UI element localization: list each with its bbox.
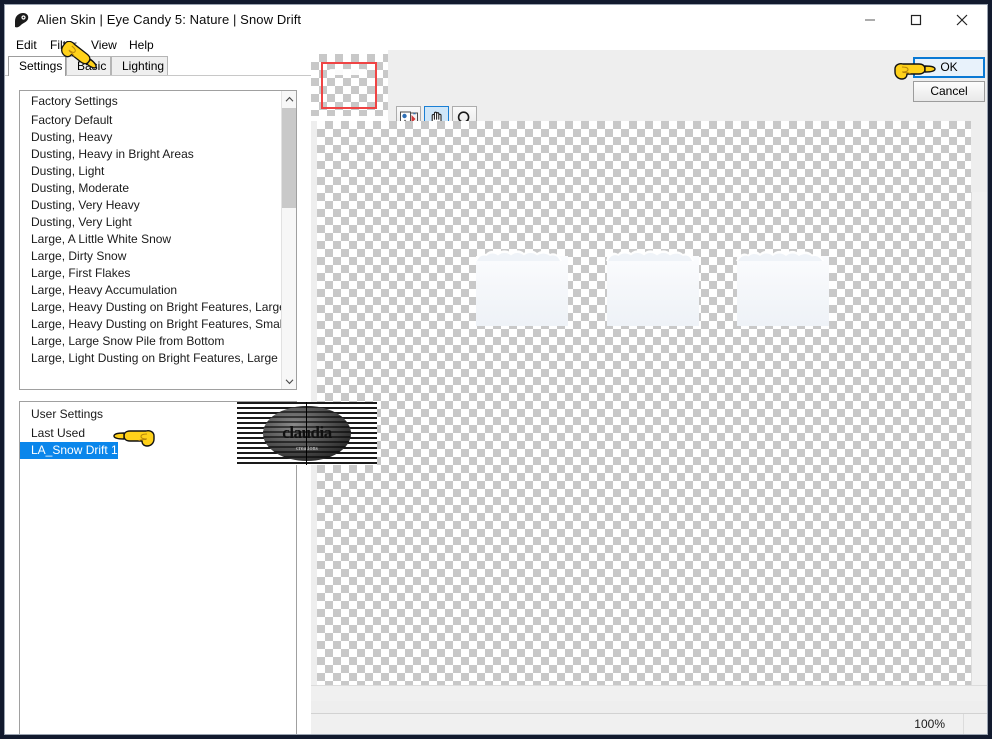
list-item[interactable]: Large, Light Dusting on Bright Features,… bbox=[20, 350, 282, 367]
object-body bbox=[737, 256, 829, 326]
list-item[interactable]: Large, First Flakes bbox=[20, 265, 282, 282]
settings-panel: Factory Settings Factory Default Dusting… bbox=[5, 75, 311, 734]
list-item[interactable]: Large, A Little White Snow bbox=[20, 231, 282, 248]
canvas-vertical-scrollbar[interactable] bbox=[971, 192, 987, 700]
list-item[interactable]: Large, Dirty Snow bbox=[20, 248, 282, 265]
watermark-text: claudia bbox=[282, 423, 332, 442]
list-item[interactable]: Large, Heavy Accumulation bbox=[20, 282, 282, 299]
snow-drift-cap bbox=[604, 246, 702, 262]
factory-settings-list: Factory Settings Factory Default Dusting… bbox=[20, 91, 282, 389]
zoom-level-label: 100% bbox=[914, 717, 945, 731]
application-window: Alien Skin | Eye Candy 5: Nature | Snow … bbox=[4, 4, 988, 735]
list-item[interactable]: Large, Heavy Dusting on Bright Features,… bbox=[20, 316, 282, 333]
list-item-selected[interactable]: LA_Snow Drift 1 bbox=[20, 442, 118, 459]
window-title: Alien Skin | Eye Candy 5: Nature | Snow … bbox=[37, 12, 302, 27]
snow-drift-object bbox=[473, 246, 571, 326]
minimize-button[interactable] bbox=[847, 5, 893, 35]
menu-item-edit[interactable]: Edit bbox=[14, 36, 39, 54]
resize-grip[interactable] bbox=[963, 714, 985, 734]
navigator-viewport-rect[interactable] bbox=[321, 62, 377, 109]
close-button[interactable] bbox=[939, 5, 985, 35]
snow-drift-object bbox=[734, 246, 832, 326]
chevron-up-icon[interactable] bbox=[282, 91, 296, 107]
list-item[interactable]: Large, Heavy Dusting on Bright Features,… bbox=[20, 299, 282, 316]
pointer-ok-button-icon bbox=[891, 57, 937, 88]
canvas-horizontal-scrollbar[interactable] bbox=[311, 685, 987, 701]
preview-panel bbox=[311, 50, 987, 716]
factory-list-scrollbar[interactable] bbox=[281, 91, 296, 389]
watermark-divider bbox=[306, 402, 307, 465]
navigator-thumbnail[interactable] bbox=[311, 50, 388, 121]
menu-item-help[interactable]: Help bbox=[127, 36, 156, 54]
pointer-basic-tab-icon bbox=[53, 40, 105, 78]
tab-lighting[interactable]: Lighting bbox=[111, 56, 168, 75]
pointer-user-setting-icon bbox=[112, 424, 158, 455]
object-body bbox=[607, 256, 699, 326]
list-item[interactable]: Dusting, Moderate bbox=[20, 180, 282, 197]
snow-drift-cap bbox=[473, 246, 571, 262]
list-item[interactable]: Dusting, Light bbox=[20, 163, 282, 180]
list-item[interactable]: Dusting, Very Heavy bbox=[20, 197, 282, 214]
factory-settings-heading: Factory Settings bbox=[31, 94, 118, 108]
snow-drift-object bbox=[604, 246, 702, 326]
list-item[interactable]: Dusting, Heavy bbox=[20, 129, 282, 146]
snow-drift-cap bbox=[734, 246, 832, 262]
preview-canvas-area[interactable] bbox=[311, 121, 987, 700]
scrollbar-thumb[interactable] bbox=[282, 108, 296, 208]
list-item[interactable]: Last Used bbox=[20, 425, 85, 442]
app-logo-icon bbox=[13, 12, 30, 29]
object-body bbox=[476, 256, 568, 326]
watermark-subtext: creations bbox=[296, 446, 318, 452]
list-item[interactable]: Large, Large Snow Pile from Bottom bbox=[20, 333, 282, 350]
tab-strip: Settings Basic Lighting bbox=[5, 56, 305, 76]
list-item[interactable]: Dusting, Heavy in Bright Areas bbox=[20, 146, 282, 163]
transparency-checkerboard bbox=[317, 121, 971, 700]
maximize-button[interactable] bbox=[893, 5, 939, 35]
status-bar: 100% bbox=[311, 713, 987, 734]
title-bar: Alien Skin | Eye Candy 5: Nature | Snow … bbox=[5, 5, 987, 36]
chevron-down-icon[interactable] bbox=[282, 373, 296, 389]
factory-settings-listbox[interactable]: Factory Settings Factory Default Dusting… bbox=[19, 90, 297, 390]
list-item[interactable]: Dusting, Very Light bbox=[20, 214, 282, 231]
watermark-graphic: claudia creations bbox=[237, 402, 377, 465]
list-item[interactable]: Factory Default bbox=[20, 112, 282, 129]
